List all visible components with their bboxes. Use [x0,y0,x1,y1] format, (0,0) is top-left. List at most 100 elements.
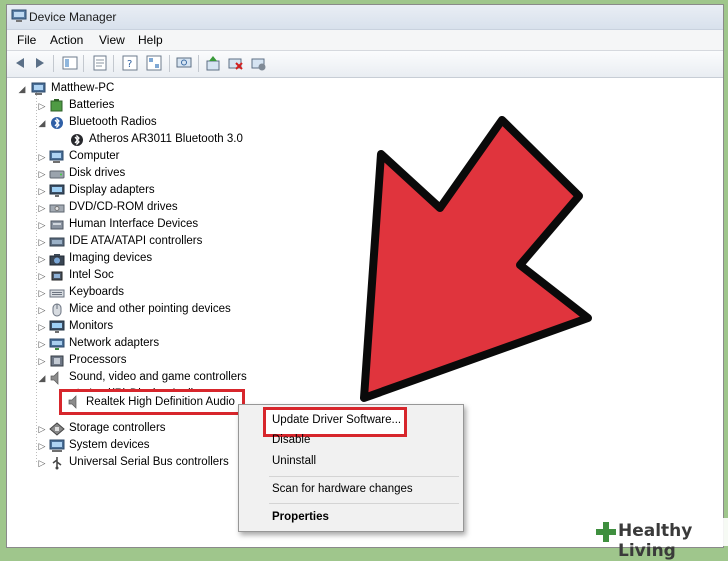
menu-separator [269,503,459,504]
expand-arrow-icon[interactable]: ▷ [37,458,47,468]
tree-item-label: Network adapters [69,337,160,349]
expand-arrow-icon[interactable]: ▷ [37,152,47,162]
tree-item-label: Human Interface Devices [69,218,199,230]
menu-properties[interactable]: Properties [272,511,329,523]
tree-item-label: Universal Serial Bus controllers [69,456,229,468]
tree-item-label: Keyboards [69,286,124,298]
toolbar: ? [7,51,723,78]
expand-arrow-icon[interactable]: ▷ [37,441,47,451]
selected-device-label[interactable]: Realtek High Definition Audio [86,396,235,408]
tree-category-item[interactable]: ▷ Imaging devices [7,251,307,268]
menu-action[interactable]: Action [50,33,83,47]
tree-item-label: Sound, video and game controllers [69,371,247,383]
expand-arrow-icon[interactable]: ▷ [37,169,47,179]
disk-icon [49,170,65,179]
tree-item-label: Storage controllers [69,422,166,434]
uninstall-icon[interactable] [250,55,266,71]
bluetooth-icon [51,117,63,129]
menu-uninstall[interactable]: Uninstall [272,455,316,467]
expand-arrow-icon[interactable]: ▷ [37,424,47,434]
health-cross-icon [596,522,616,542]
tree-category-item[interactable]: ▷ Keyboards [7,285,307,302]
menu-file[interactable]: File [17,33,36,47]
network-icon [49,338,65,350]
computer-icon [31,82,46,95]
expand-arrow-icon[interactable]: ▷ [37,271,47,281]
speaker-icon [50,371,59,385]
ide-icon [49,237,65,247]
collapse-arrow-icon[interactable]: ◢ [37,118,47,128]
scan-icon[interactable] [176,55,192,71]
tree-category-item[interactable]: ▷ Computer [7,149,307,166]
toolbar-separator [83,55,84,72]
usb-icon [52,457,62,470]
storage-icon [49,422,65,436]
tree-child-item[interactable]: Atheros AR3011 Bluetooth 3.0 [7,132,307,149]
tree-category-item[interactable]: ▷ Disk drives [7,166,307,183]
watermark-logo: Healthy Living [590,518,728,561]
tree-category-item[interactable]: ▷ Mice and other pointing devices [7,302,307,319]
expand-arrow-icon[interactable]: ▷ [37,254,47,264]
tree-category-item[interactable]: ▷ DVD/CD-ROM drives [7,200,307,217]
expand-arrow-icon[interactable]: ▷ [37,203,47,213]
context-menu: Update Driver Software... Disable Uninst… [238,404,464,532]
tree-category-item[interactable]: ◢ Sound, video and game controllers [7,370,307,387]
dvd-icon [49,204,65,213]
speaker-icon [68,395,77,409]
tree-category-item[interactable]: ▷ Human Interface Devices [7,217,307,234]
expand-arrow-icon[interactable]: ▷ [37,305,47,315]
expand-arrow-icon[interactable]: ▷ [37,237,47,247]
toolbar-separator [198,55,199,72]
chip-icon [51,271,63,281]
tree-item-label: Intel Soc [69,269,114,281]
properties-icon[interactable] [92,55,108,71]
processor-icon [50,355,64,367]
tree-item-label: Batteries [69,99,115,111]
view-icon[interactable] [146,55,162,71]
tree-item-label: System devices [69,439,150,451]
menu-help[interactable]: Help [138,33,163,47]
keyboard-icon [49,289,65,298]
window-title: Device Manager [29,10,117,24]
tree-category-item[interactable]: ▷ Batteries [7,98,307,115]
menu-scan-hardware[interactable]: Scan for hardware changes [272,483,413,495]
tree-root[interactable]: ◢ Matthew-PC [7,81,307,98]
bluetooth-device-icon [71,134,83,146]
tree-category-item[interactable]: ◢ Bluetooth Radios [7,115,307,132]
forward-icon[interactable] [32,55,48,71]
tree-category-item[interactable]: ▷ Display adapters [7,183,307,200]
collapse-arrow-icon[interactable]: ◢ [37,373,47,383]
expand-arrow-icon[interactable]: ▷ [37,186,47,196]
tree-category-item[interactable]: ▷ Network adapters [7,336,307,353]
back-icon[interactable] [12,55,28,71]
menu-view[interactable]: View [99,33,125,47]
expand-arrow-icon[interactable]: ▷ [37,288,47,298]
tree-category-item[interactable]: ▷ Processors [7,353,307,370]
tree-root-label: Matthew-PC [51,82,115,94]
update-driver-icon[interactable] [205,55,221,71]
tree-item-label: Computer [69,150,120,162]
expand-arrow-icon[interactable]: ▷ [37,220,47,230]
tree-category-item[interactable]: ▷ IDE ATA/ATAPI controllers [7,234,307,251]
tree-item-label: Monitors [69,320,114,332]
expand-arrow-icon[interactable]: ▷ [37,356,47,366]
tree-item-label: Mice and other pointing devices [69,303,231,315]
toolbar-separator [53,55,54,72]
expand-arrow-icon[interactable]: ▷ [37,339,47,349]
system-icon [49,439,65,452]
show-hide-icon[interactable] [62,55,78,71]
tree-category-item[interactable]: ▷ Monitors [7,319,307,336]
collapse-arrow-icon[interactable]: ◢ [17,84,27,94]
menu-separator [269,476,459,477]
expand-arrow-icon[interactable]: ▷ [37,101,47,111]
menu-disable[interactable]: Disable [272,434,310,446]
disable-icon[interactable] [227,55,243,71]
selected-device-highlight: Realtek High Definition Audio [59,389,245,415]
menu-bar: File Action View Help [7,30,723,51]
help-icon[interactable]: ? [122,55,138,71]
tree-category-item[interactable]: ▷ Intel Soc [7,268,307,285]
expand-arrow-icon[interactable]: ▷ [37,322,47,332]
menu-update-driver[interactable]: Update Driver Software... [272,414,401,426]
watermark-text: Healthy Living [618,521,693,561]
toolbar-separator [169,55,170,72]
